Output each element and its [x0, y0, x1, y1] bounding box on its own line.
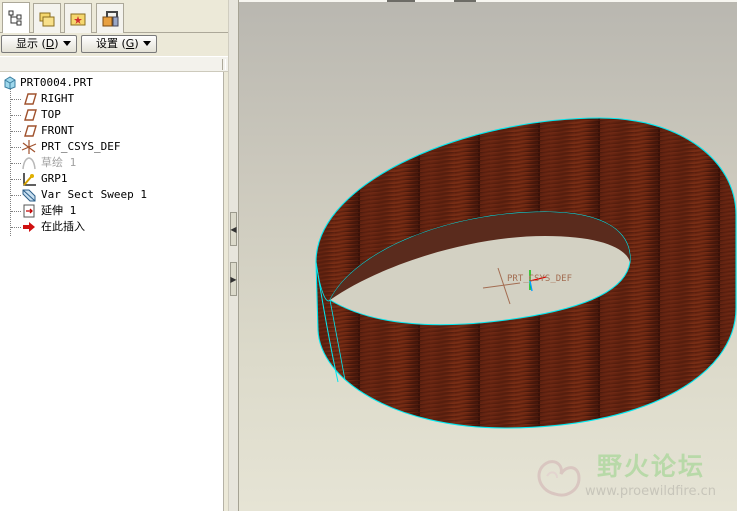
navigator-button-row: 显示 (D) 设置 (G) — [0, 34, 228, 54]
coordinate-system-icon — [21, 139, 37, 155]
model-tree-icon — [8, 10, 22, 26]
tree-item-right[interactable]: RIGHT — [0, 91, 223, 107]
model-tree: PRT0004.PRT RIGHT TOP FRONT PRT_CSYS_DEF… — [0, 72, 224, 511]
tree-item-extend[interactable]: 延伸 1 — [0, 203, 223, 219]
graphics-window[interactable]: PRT_CSYS_DEF 野火论坛 www.proewildfire.cn — [239, 0, 737, 511]
expand-navigator-icon[interactable]: ▶ — [230, 262, 237, 296]
tab-favorites[interactable] — [64, 3, 92, 33]
tree-item-var-sect-sweep[interactable]: Var Sect Sweep 1 — [0, 187, 223, 203]
settings-menu-mnemonic: G — [125, 37, 135, 50]
tree-item-label: 延伸 1 — [41, 204, 77, 217]
chevron-down-icon — [62, 41, 71, 46]
part-icon — [2, 75, 18, 91]
forum-watermark: 野火论坛 www.proewildfire.cn — [527, 444, 737, 511]
collapse-navigator-icon[interactable]: ◀ — [230, 212, 237, 246]
settings-menu-button[interactable]: 设置 (G) — [81, 35, 157, 53]
show-menu-button[interactable]: 显示 (D) — [1, 35, 77, 53]
tab-connections[interactable] — [96, 3, 124, 33]
datum-plane-icon — [21, 107, 37, 123]
solid-model[interactable]: PRT_CSYS_DEF — [239, 0, 737, 511]
tree-item-label: GRP1 — [41, 172, 68, 185]
sweep-icon — [21, 187, 37, 203]
tree-item-label: 在此插入 — [41, 220, 85, 233]
tree-root-label: PRT0004.PRT — [20, 76, 93, 89]
tree-item-insert-here[interactable]: 在此插入 — [0, 219, 223, 235]
show-menu-mnemonic: D — [45, 37, 55, 50]
show-menu-label: 显示 — [16, 37, 38, 50]
watermark-url: www.proewildfire.cn — [585, 484, 716, 499]
tree-item-top[interactable]: TOP — [0, 107, 223, 123]
datum-plane-icon — [21, 91, 37, 107]
sketch-icon — [21, 155, 37, 171]
resize-handle[interactable] — [222, 59, 226, 70]
tree-item-label: Var Sect Sweep 1 — [41, 188, 147, 201]
tree-item-grp1[interactable]: GRP1 — [0, 171, 223, 187]
chevron-down-icon — [142, 41, 151, 46]
tab-model-tree[interactable] — [2, 2, 30, 33]
tree-item-prt-csys-def[interactable]: PRT_CSYS_DEF — [0, 139, 223, 155]
tree-header-bar — [0, 56, 228, 72]
tree-item-label: FRONT — [41, 124, 75, 137]
tree-item-front[interactable]: FRONT — [0, 123, 223, 139]
navigator-sash[interactable]: ◀ ▶ — [228, 0, 239, 511]
tree-item-label: RIGHT — [41, 92, 75, 105]
group-icon — [21, 171, 37, 187]
favorites-icon — [70, 13, 86, 25]
navigator-tab-strip — [0, 0, 228, 33]
tab-folder-browser[interactable] — [33, 3, 61, 33]
csys-label: PRT_CSYS_DEF — [507, 274, 572, 284]
datum-plane-icon — [21, 123, 37, 139]
tree-item-label: 草绘 1 — [41, 156, 77, 169]
extend-icon — [21, 203, 37, 219]
navigator-panel: 显示 (D) 设置 (G) PRT0004.PRT RIGHT TOP FRON… — [0, 0, 228, 511]
tree-item-label: TOP — [41, 108, 61, 121]
connections-icon — [102, 10, 119, 26]
folder-browser-icon — [39, 12, 55, 26]
watermark-title: 野火论坛 — [597, 452, 706, 481]
tree-item-sketch[interactable]: 草绘 1 — [0, 155, 223, 171]
insert-here-icon — [21, 219, 37, 235]
settings-menu-label: 设置 — [96, 37, 118, 50]
tree-root[interactable]: PRT0004.PRT — [0, 75, 223, 91]
forum-logo-icon — [537, 460, 581, 497]
tree-item-label: PRT_CSYS_DEF — [41, 140, 121, 153]
